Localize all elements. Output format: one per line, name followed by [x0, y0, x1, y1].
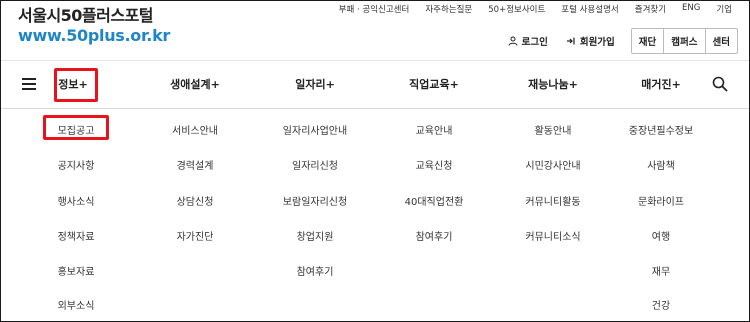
submenu-item-events[interactable]: 행사소식	[16, 193, 136, 208]
logo-url: www.50plus.or.kr	[18, 26, 171, 45]
util-link-report[interactable]: 부패 · 공익신고센터	[331, 3, 418, 15]
submenu-item-community-news[interactable]: 커뮤니티소식	[493, 228, 613, 243]
search-icon[interactable]	[712, 76, 728, 92]
submenu-item-boram-jobs[interactable]: 보람일자리신청	[255, 193, 375, 208]
submenu-item-pr[interactable]: 홍보자료	[16, 263, 136, 278]
submenu-item-education-guide[interactable]: 교육안내	[374, 122, 494, 137]
submenu-item-education-application[interactable]: 교육신청	[374, 157, 494, 172]
highlight-box-submenu-recruitment	[43, 115, 109, 140]
submenu-item-self-diagnosis[interactable]: 자가진단	[135, 228, 255, 243]
submenu-item-consultation[interactable]: 상담신청	[135, 193, 255, 208]
submenu-item-essential-info[interactable]: 중장년필수정보	[601, 122, 721, 137]
nav-item-magazine[interactable]: 매거진+	[611, 76, 711, 92]
util-link-eng[interactable]: ENG	[674, 3, 708, 15]
submenu-item-career-transition-40s[interactable]: 40대직업전환	[374, 193, 494, 208]
submenu-item-citizen-instructor[interactable]: 시민강사안내	[493, 157, 613, 172]
submenu-item-job-program-guide[interactable]: 일자리사업안내	[255, 122, 375, 137]
submenu-item-reviews-education[interactable]: 참여후기	[374, 228, 494, 243]
submenu-item-policy[interactable]: 정책자료	[16, 228, 136, 243]
login-button[interactable]: 로그인	[502, 31, 554, 51]
submenu-item-job-application[interactable]: 일자리신청	[255, 157, 375, 172]
submenu-item-culture-life[interactable]: 문화라이프	[601, 193, 721, 208]
submenu-item-startup-support[interactable]: 창업지원	[255, 228, 375, 243]
submenu-item-health[interactable]: 건강	[601, 297, 721, 312]
submenu-item-activity-guide[interactable]: 활동안내	[493, 122, 613, 137]
org-tab-center[interactable]: 센터	[706, 29, 737, 53]
main-nav: 정보+ 생애설계+ 일자리+ 직업교육+ 재능나눔+ 매거진+	[0, 62, 750, 108]
signup-button[interactable]: 회원가입	[560, 31, 621, 51]
logo-title: 서울시50플러스포털	[18, 6, 154, 25]
nav-item-vocational-education[interactable]: 직업교육+	[384, 76, 484, 92]
util-link-company[interactable]: 기업	[708, 3, 732, 15]
signin-arrow-icon	[566, 37, 575, 45]
org-tab-campus[interactable]: 캠퍼스	[664, 29, 706, 53]
utility-links: 부패 · 공익신고센터 자주하는질문 50+정보사이트 포털 사용설명서 즐겨찾…	[331, 3, 732, 15]
submenu-item-service-guide[interactable]: 서비스안내	[135, 122, 255, 137]
submenu-item-travel[interactable]: 여행	[601, 228, 721, 243]
submenu-item-human-library[interactable]: 사람책	[601, 157, 721, 172]
signup-label: 회원가입	[579, 37, 615, 48]
util-link-manual[interactable]: 포털 사용설명서	[553, 3, 626, 15]
nav-item-life-design[interactable]: 생애설계+	[145, 76, 245, 92]
nav-item-talent-sharing[interactable]: 재능나눔+	[503, 76, 603, 92]
user-buttons: 로그인 회원가입 재단 캠퍼스 센터	[502, 28, 738, 54]
nav-item-jobs[interactable]: 일자리+	[265, 76, 365, 92]
util-link-info-site[interactable]: 50+정보사이트	[480, 3, 553, 15]
submenu-item-career-design[interactable]: 경력설계	[135, 157, 255, 172]
site-logo[interactable]: 서울시50플러스포털 www.50plus.or.kr	[18, 6, 170, 46]
submenu-item-notice[interactable]: 공지사항	[16, 157, 136, 172]
util-link-bookmark[interactable]: 즐겨찾기	[627, 3, 674, 15]
submenu-item-reviews-jobs[interactable]: 참여후기	[255, 263, 375, 278]
highlight-box-nav-info	[54, 68, 98, 102]
util-link-faq[interactable]: 자주하는질문	[417, 3, 480, 15]
nav-divider	[1, 108, 749, 109]
submenu-item-community-activity[interactable]: 커뮤니티활동	[493, 193, 613, 208]
org-tabs: 재단 캠퍼스 센터	[630, 28, 738, 54]
submenu-item-finance[interactable]: 재무	[601, 263, 721, 278]
login-label: 로그인	[521, 37, 548, 48]
org-tab-foundation[interactable]: 재단	[632, 29, 665, 53]
header-divider	[1, 60, 749, 61]
submenu-item-external-news[interactable]: 외부소식	[16, 297, 136, 312]
user-icon	[508, 36, 518, 46]
